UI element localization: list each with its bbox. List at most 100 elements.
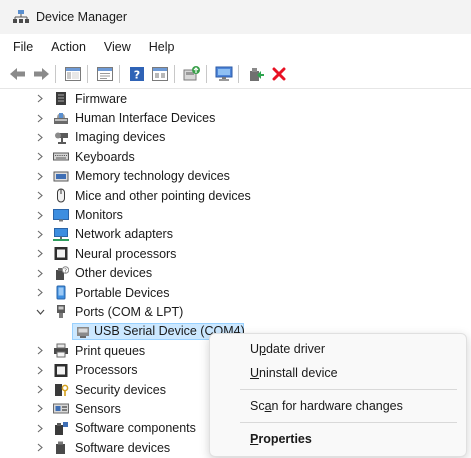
chevron-right-icon[interactable] [35,404,45,414]
accelerator-key: a [264,399,272,413]
tree-item-label: Keyboards [75,149,135,164]
menu-separator [240,389,457,390]
tree-item-label: Other devices [75,266,153,281]
processor-icon [53,246,69,261]
scan-hardware-icon[interactable] [214,64,234,84]
accelerator-key: U [250,366,260,380]
tree-item-label: Software devices [75,440,171,455]
chevron-right-icon[interactable] [35,229,45,239]
menu-item-text: Sc [250,399,265,413]
chevron-right-icon[interactable] [35,132,45,142]
menu-help[interactable]: Help [147,38,177,56]
properties-icon[interactable] [95,64,115,84]
menu-file[interactable]: File [11,38,35,56]
chevron-right-icon[interactable] [35,171,45,181]
uninstall-device-icon[interactable] [269,64,289,84]
enable-device-icon[interactable] [246,64,266,84]
tree-item-label: Neural processors [75,246,177,261]
chevron-down-icon[interactable] [35,307,45,317]
processor-icon [53,363,69,378]
svg-text:?: ? [134,68,140,81]
menu-separator [240,422,457,423]
network-icon [53,227,69,242]
tree-item-ports[interactable]: Ports (COM & LPT) [0,302,471,321]
chevron-right-icon[interactable] [35,268,45,278]
menu-action[interactable]: Action [49,38,88,56]
chevron-right-icon[interactable] [35,113,45,123]
context-menu: Update driver Uninstall device Scan for … [209,333,467,457]
toolbar-separator [174,64,175,83]
forward-arrow-icon[interactable] [31,64,51,84]
menu-view[interactable]: View [102,38,133,56]
tree-item-label: Network adapters [75,227,173,242]
chevron-right-icon[interactable] [35,423,45,433]
tree-item-human-interface-devices[interactable]: Human Interface Devices [0,108,471,127]
menu-item-text: U [250,342,260,356]
toolbar-separator [55,64,56,83]
menu-item-text: n for hardware changes [271,399,403,413]
tree-item-mice[interactable]: Mice and other pointing devices [0,186,471,205]
security-icon [53,382,69,397]
tree-item-label: Human Interface Devices [75,111,216,126]
chevron-right-icon[interactable] [35,385,45,395]
monitor-icon [53,208,69,223]
printer-icon [53,343,69,358]
hid-icon [53,111,69,126]
tree-item-portable-devices[interactable]: Portable Devices [0,283,471,302]
menu-item-properties[interactable]: Properties [250,432,312,446]
chevron-right-icon[interactable] [35,443,45,453]
update-driver-icon[interactable] [182,64,202,84]
chevron-right-icon[interactable] [35,210,45,220]
menu-item-scan-hardware[interactable]: Scan for hardware changes [250,399,403,413]
show-hide-console-tree-icon[interactable] [63,64,83,84]
menu-item-text: date driver [265,342,326,356]
tree-item-label: Security devices [75,382,167,397]
software-device-icon [53,440,69,455]
back-arrow-icon[interactable] [8,64,28,84]
tree-item-network-adapters[interactable]: Network adapters [0,225,471,244]
menu-item-update-driver[interactable]: Update driver [250,342,325,356]
toolbar-separator [206,64,207,83]
memory-icon [53,169,69,184]
menu-bar: File Action View Help [0,34,471,59]
menu-item-text: roperties [258,432,312,446]
accelerator-key: p [259,342,266,356]
title-bar: Device Manager [0,0,471,34]
chevron-right-icon[interactable] [35,365,45,375]
view-icon[interactable] [150,64,170,84]
chevron-right-icon[interactable] [35,249,45,259]
chevron-right-icon[interactable] [35,346,45,356]
portable-device-icon [53,285,69,300]
firmware-icon [53,91,69,106]
tree-item-monitors[interactable]: Monitors [0,205,471,224]
tree-item-other-devices[interactable]: ? Other devices [0,264,471,283]
tree-item-firmware[interactable]: Firmware [0,89,471,108]
camera-icon [53,130,69,145]
tree-item-keyboards[interactable]: Keyboards [0,147,471,166]
chevron-right-icon[interactable] [35,94,45,104]
tree-item-label: Imaging devices [75,130,166,145]
svg-text:?: ? [64,268,67,274]
tree-item-label: Firmware [75,91,128,106]
tree-item-label: Ports (COM & LPT) [75,304,184,319]
window-title: Device Manager [36,10,128,24]
device-manager-icon [13,10,29,24]
help-icon[interactable]: ? [127,64,147,84]
chevron-right-icon[interactable] [35,191,45,201]
menu-item-uninstall-device[interactable]: Uninstall device [250,366,338,380]
toolbar: ? [0,59,471,89]
chevron-right-icon[interactable] [35,288,45,298]
toolbar-separator [238,64,239,83]
tree-item-label: Portable Devices [75,285,170,300]
tree-item-memory-technology-devices[interactable]: Memory technology devices [0,167,471,186]
tree-item-imaging-devices[interactable]: Imaging devices [0,128,471,147]
chevron-right-icon[interactable] [35,152,45,162]
port-icon [75,324,91,339]
menu-item-text: ninstall device [259,366,338,380]
port-icon [53,304,69,319]
tree-item-label: Software components [75,421,196,436]
sensor-icon [53,401,69,416]
tree-item-label: Processors [75,363,138,378]
tree-item-neural-processors[interactable]: Neural processors [0,244,471,263]
tree-item-label: Monitors [75,208,123,223]
